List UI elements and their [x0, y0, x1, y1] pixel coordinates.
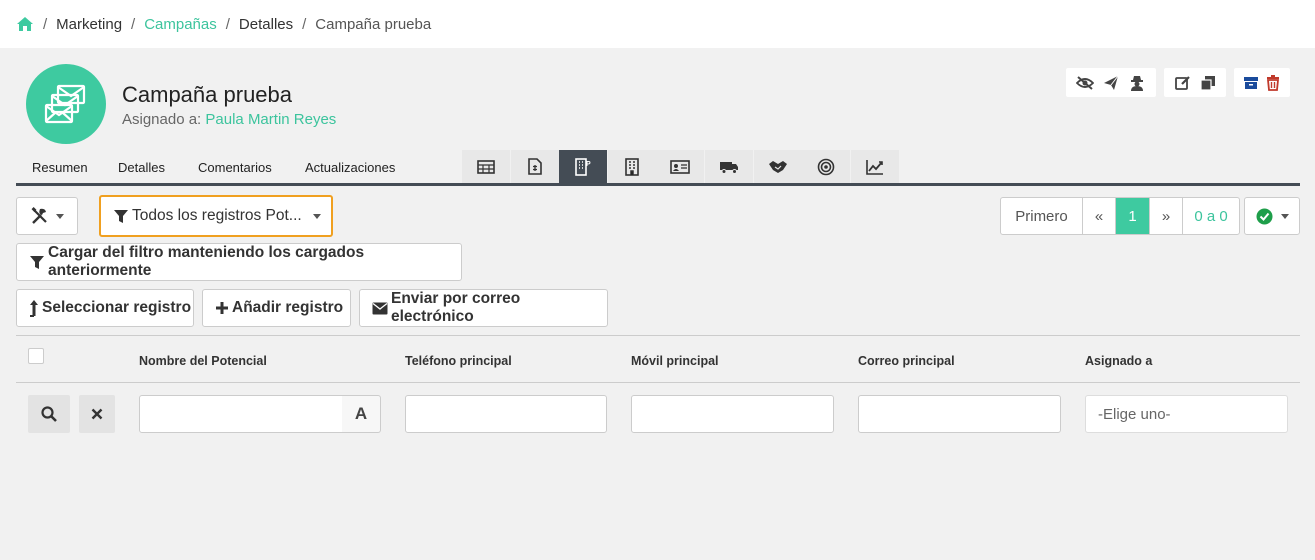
filter-select-label: Todos los registros Pot...	[132, 207, 302, 224]
select-all-checkbox[interactable]	[28, 348, 44, 364]
filter-telefono-input[interactable]	[405, 395, 607, 433]
tab-contacts[interactable]	[656, 150, 704, 183]
search-button[interactable]	[28, 395, 70, 433]
clear-filters-button[interactable]	[79, 395, 115, 433]
add-record-button[interactable]: Añadir registro	[202, 289, 351, 327]
pagination: Primero « 1 » 0 a 0	[1000, 197, 1240, 235]
column-header-asignado[interactable]: Asignado a	[1085, 354, 1152, 368]
send-email-button[interactable]: Enviar por correo electrónico	[359, 289, 608, 327]
filter-select[interactable]: Todos los registros Pot...	[99, 195, 333, 237]
column-header-telefono[interactable]: Teléfono principal	[405, 354, 512, 368]
filter-icon	[29, 254, 48, 270]
tools-icon	[31, 207, 52, 225]
tab-targets[interactable]	[802, 150, 850, 183]
tab-shipments[interactable]	[705, 150, 753, 183]
delete-icon[interactable]	[1262, 71, 1284, 95]
action-group-visibility	[1066, 68, 1156, 97]
tab-leads[interactable]: P	[559, 150, 607, 183]
filter-correo-input[interactable]	[858, 395, 1061, 433]
table-header: Nombre del Potencial Teléfono principal …	[16, 335, 1300, 383]
campaign-avatar	[26, 64, 106, 144]
caret-down-icon	[1280, 213, 1289, 219]
invoice-icon	[528, 158, 542, 175]
filter-movil-input[interactable]	[631, 395, 834, 433]
breadcrumb-separator: /	[43, 15, 48, 33]
pagination-count: 0 a 0	[1194, 207, 1228, 225]
filter-nombre-input[interactable]	[139, 395, 343, 433]
breadcrumb-separator: /	[302, 15, 307, 33]
assigned-user-link[interactable]: Paula Martin Reyes	[205, 111, 336, 128]
spy-icon[interactable]	[1125, 71, 1149, 95]
tab-calendar[interactable]	[462, 150, 510, 183]
breadcrumb-separator: /	[131, 15, 136, 33]
assigned-label: Asignado a:	[122, 111, 202, 128]
archive-icon[interactable]	[1240, 71, 1262, 95]
tab-statistics[interactable]	[851, 150, 899, 183]
tab-invoice[interactable]	[511, 150, 559, 183]
truck-icon	[719, 160, 739, 174]
action-group-edit	[1164, 68, 1226, 97]
envelope-icon	[372, 302, 391, 315]
pagination-prev[interactable]: «	[1083, 198, 1116, 234]
pagination-first[interactable]: Primero	[1001, 198, 1083, 234]
send-icon[interactable]	[1099, 71, 1123, 95]
breadcrumb-campanas-link[interactable]: Campañas	[144, 16, 217, 33]
tab-actualizaciones[interactable]: Actualizaciones	[305, 160, 395, 175]
check-circle-icon	[1256, 208, 1276, 225]
breadcrumb-detalles: Detalles	[238, 15, 294, 33]
tools-dropdown-button[interactable]	[16, 197, 78, 235]
record-tabs: Resumen Detalles Comentarios Actualizaci…	[16, 150, 1300, 186]
load-filter-label: Cargar del filtro manteniendo los cargad…	[48, 244, 365, 279]
column-header-movil[interactable]: Móvil principal	[631, 354, 719, 368]
svg-text:P: P	[586, 161, 591, 168]
calendar-icon	[477, 159, 495, 174]
chevron-down-icon	[313, 214, 321, 219]
action-group-archive	[1234, 68, 1290, 97]
target-icon	[817, 158, 835, 176]
breadcrumb-current: Campaña prueba	[315, 15, 432, 33]
pagination-next[interactable]: »	[1150, 198, 1183, 234]
duplicate-icon[interactable]	[1196, 71, 1220, 95]
tab-accounts[interactable]	[608, 150, 656, 183]
hide-icon[interactable]	[1073, 71, 1097, 95]
filter-asignado-select[interactable]: -Elige uno-	[1085, 395, 1288, 433]
record-title: Campaña prueba	[122, 82, 293, 107]
select-record-label: Seleccionar registro	[42, 299, 192, 316]
record-assigned: Asignado a: Paula Martin Reyes	[122, 111, 336, 128]
envelopes-icon	[44, 84, 88, 124]
contact-card-icon	[670, 159, 690, 174]
edit-icon[interactable]	[1171, 71, 1195, 95]
column-header-nombre[interactable]: Nombre del Potencial	[139, 354, 267, 368]
handshake-icon	[768, 159, 788, 175]
send-email-label: Enviar por correo electrónico	[391, 290, 521, 325]
arrow-up-icon	[29, 299, 42, 317]
trend-chart-icon	[866, 159, 884, 175]
filter-icon	[113, 208, 132, 224]
text-filter-mode-button[interactable]: A	[342, 395, 381, 433]
tab-comentarios[interactable]: Comentarios	[198, 160, 272, 175]
breadcrumb: / Marketing / Campañas / Detalles / Camp…	[0, 0, 1315, 48]
pagination-current[interactable]: 1	[1116, 198, 1150, 234]
building-lead-icon: P	[574, 157, 592, 176]
column-header-correo[interactable]: Correo principal	[858, 354, 955, 368]
caret-down-icon	[55, 213, 64, 219]
building-icon	[624, 157, 640, 176]
add-record-label: Añadir registro	[232, 299, 344, 316]
filter-asignado-placeholder: -Elige uno-	[1098, 405, 1171, 423]
select-record-button[interactable]: Seleccionar registro	[16, 289, 194, 327]
close-icon	[91, 408, 103, 420]
search-icon	[41, 406, 57, 422]
breadcrumb-marketing: Marketing	[56, 15, 123, 33]
tab-opportunities[interactable]	[754, 150, 802, 183]
plus-icon	[215, 301, 232, 315]
breadcrumb-separator: /	[225, 15, 230, 33]
bulk-action-dropdown-button[interactable]	[1244, 197, 1300, 235]
home-icon[interactable]	[16, 16, 34, 32]
tab-detalles[interactable]: Detalles	[118, 160, 165, 175]
load-filter-button[interactable]: Cargar del filtro manteniendo los cargad…	[16, 243, 462, 281]
tab-resumen[interactable]: Resumen	[32, 160, 88, 175]
